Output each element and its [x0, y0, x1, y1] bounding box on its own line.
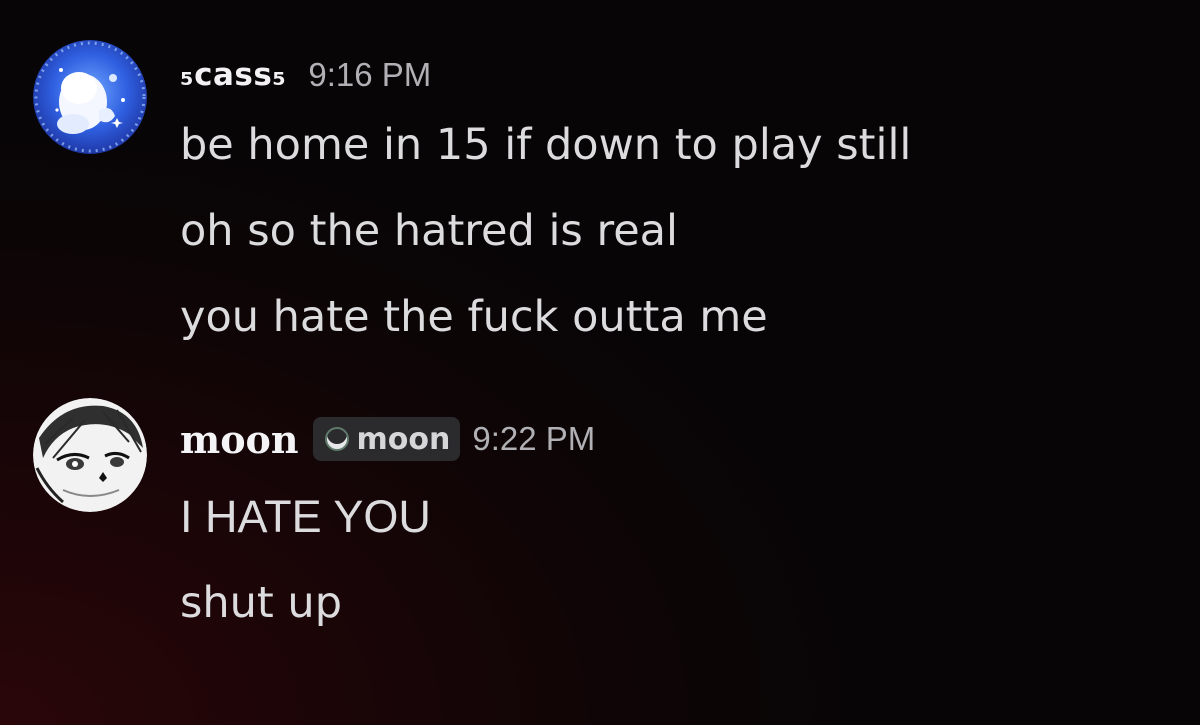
server-tag-label: moon [356, 421, 451, 457]
crescent-moon-icon [323, 425, 351, 453]
blue-anime-avatar-icon [33, 40, 147, 154]
message-text: shut up [180, 578, 342, 628]
manga-girl-avatar-icon [33, 398, 147, 512]
message-text: I HATE YOU [180, 491, 431, 542]
message-lines-cass: be home in 15 if down to play still oh s… [180, 114, 911, 372]
chat-messages: ₅cass₅ 9:16 PM be home in 15 if down to … [0, 0, 1200, 725]
message-header-cass: ₅cass₅ 9:16 PM [180, 50, 431, 100]
timestamp-moon: 9:22 PM [472, 420, 596, 457]
moon-avatar[interactable] [33, 398, 147, 512]
cass-avatar[interactable] [33, 40, 147, 154]
username-moon[interactable]: moon [180, 417, 299, 462]
message-text: you hate the fuck outta me [180, 292, 768, 342]
message-header-moon: moon moon 9:22 PM [180, 414, 595, 464]
timestamp-cass: 9:16 PM [308, 56, 432, 93]
server-tag[interactable]: moon [312, 417, 461, 461]
message-text: be home in 15 if down to play still [180, 120, 912, 170]
message-text: oh so the hatred is real [180, 206, 678, 256]
message-lines-moon: I HATE YOU shut up [180, 486, 431, 658]
username-cass[interactable]: ₅cass₅ [180, 57, 286, 93]
